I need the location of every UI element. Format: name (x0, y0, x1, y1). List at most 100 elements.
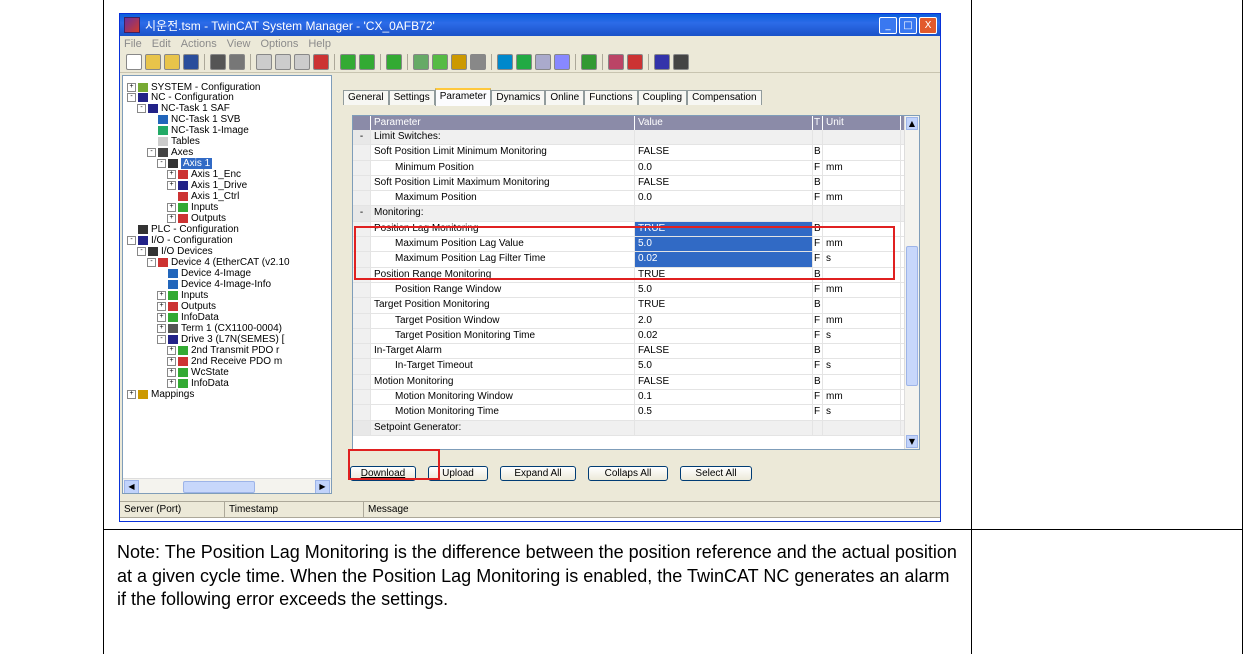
cut-icon[interactable] (256, 54, 272, 70)
grid-row[interactable]: Target Position Monitoring TRUE B (353, 298, 919, 314)
row-expander[interactable] (353, 420, 371, 435)
parameter-value[interactable]: FALSE (635, 374, 813, 390)
tree-node[interactable]: - Device 4 (EtherCAT (v2.10 (147, 257, 290, 268)
expand-icon[interactable]: + (157, 302, 166, 311)
scroll-up-icon[interactable]: ▲ (906, 117, 918, 130)
open-folder-icon[interactable] (145, 54, 161, 70)
menu-item-view[interactable]: View (227, 38, 251, 50)
tree-node[interactable]: + Mappings (127, 389, 194, 400)
tree-node[interactable]: - Drive 3 (L7N(SEMES) [ (157, 334, 284, 345)
grid-row[interactable]: Motion Monitoring FALSE B (353, 374, 919, 391)
scroll-right-icon[interactable]: ▶ (315, 480, 330, 493)
show-subitems-icon[interactable] (581, 54, 597, 70)
collapse-icon[interactable]: - (137, 104, 146, 113)
scroll-left-icon[interactable]: ◀ (124, 480, 139, 493)
grid-row[interactable]: Minimum Position 0.0 Fmm (353, 160, 919, 176)
row-expander[interactable]: - (353, 130, 371, 145)
activate-configuration-icon[interactable] (451, 54, 467, 70)
grid-row[interactable]: Target Position Window 2.0 Fmm (353, 313, 919, 329)
generate-mappings-icon[interactable] (413, 54, 429, 70)
row-expander[interactable] (353, 374, 371, 390)
grid-row[interactable]: In-Target Alarm FALSE B (353, 344, 919, 360)
restart-twincat-icon[interactable] (470, 54, 486, 70)
expand-icon[interactable]: + (167, 181, 176, 190)
parameter-value[interactable]: FALSE (635, 145, 813, 160)
grid-row[interactable]: Position Range Window 5.0 Fmm (353, 282, 919, 299)
tab-online[interactable]: Online (545, 90, 585, 105)
tab-general[interactable]: General (343, 90, 389, 105)
tree-node[interactable]: - NC - Configuration (127, 92, 234, 103)
row-expander[interactable] (353, 160, 371, 175)
maximize-button[interactable]: □ (899, 17, 917, 34)
tree-node[interactable]: +2nd Receive PDO m (167, 356, 282, 367)
parameter-value[interactable]: 5.0 (635, 359, 813, 374)
expand-icon[interactable]: + (157, 324, 166, 333)
expand-icon[interactable]: + (167, 368, 176, 377)
collapse-icon[interactable]: - (157, 335, 166, 344)
paste-link-icon[interactable] (313, 54, 329, 70)
save-icon[interactable] (183, 54, 199, 70)
select-all-button[interactable]: Select All (680, 466, 752, 481)
parameter-value[interactable]: 0.0 (635, 160, 813, 175)
grid-vertical-scrollbar[interactable]: ▲ ▼ (904, 116, 919, 449)
grid-header-value[interactable]: Value (635, 116, 813, 130)
server-port-column[interactable]: Server (Port) (120, 502, 225, 517)
parameter-grid[interactable]: Parameter Value T Unit - Limit Switches: S… (352, 115, 920, 450)
print-icon[interactable] (210, 54, 226, 70)
collapse-icon[interactable]: - (147, 258, 156, 267)
expand-icon[interactable]: + (157, 291, 166, 300)
paste-icon[interactable] (294, 54, 310, 70)
toggle-free-run-icon[interactable] (535, 54, 551, 70)
tree-node[interactable]: + Term 1 (CX1100-0004) (157, 323, 282, 334)
tree-node[interactable]: + WcState (167, 367, 229, 378)
mapping-info-icon[interactable] (608, 54, 624, 70)
title-bar[interactable]: 시운전.tsm - TwinCAT System Manager - 'CX_0… (120, 14, 940, 36)
minimize-button[interactable]: _ (879, 17, 897, 34)
tree-node[interactable]: Axis 1_Ctrl (167, 191, 239, 202)
grid-row[interactable]: Maximum Position 0.0 Fmm (353, 191, 919, 207)
tree-node[interactable]: + Axis 1_Enc (167, 169, 241, 180)
expand-icon[interactable]: + (127, 390, 136, 399)
open-target-icon[interactable] (164, 54, 180, 70)
menu-item-actions[interactable]: Actions (181, 38, 217, 50)
grid-header-type[interactable]: T (813, 116, 823, 130)
scroll-thumb[interactable] (906, 246, 918, 386)
print-preview-icon[interactable] (229, 54, 245, 70)
tab-dynamics[interactable]: Dynamics (491, 90, 546, 105)
collapse-icon[interactable]: - (157, 159, 166, 168)
tree-view[interactable]: + Mappings + InfoData + WcState +2nd Receive P… (122, 75, 332, 494)
row-expander[interactable] (353, 175, 371, 191)
reload-devices-icon[interactable] (497, 54, 513, 70)
row-expander[interactable] (353, 328, 371, 344)
tree-node[interactable]: - Axes (147, 147, 193, 158)
tree-node[interactable]: NC-Task 1-Image (147, 125, 249, 136)
help-icon[interactable] (654, 54, 670, 70)
expand-icon[interactable]: + (167, 346, 176, 355)
expand-all-button[interactable]: Expand All (500, 466, 576, 481)
menu-item-edit[interactable]: Edit (152, 38, 171, 50)
about-icon[interactable] (673, 54, 689, 70)
row-expander[interactable] (353, 145, 371, 160)
parameter-value[interactable]: TRUE (635, 298, 813, 313)
tree-node[interactable]: + Inputs (167, 202, 218, 213)
row-expander[interactable] (353, 282, 371, 298)
tree-node[interactable]: - I/O - Configuration (127, 235, 233, 246)
grid-group-row[interactable]: - Monitoring: (353, 206, 919, 222)
show-online-icon[interactable] (554, 54, 570, 70)
expand-icon[interactable]: + (167, 379, 176, 388)
tree-node[interactable]: Device 4-Image (157, 268, 251, 279)
scan-devices-icon[interactable] (516, 54, 532, 70)
grid-group-row[interactable]: Setpoint Generator: (353, 420, 919, 436)
parameter-value[interactable]: 0.5 (635, 405, 813, 420)
row-expander[interactable]: - (353, 206, 371, 221)
expand-icon[interactable]: + (127, 83, 136, 92)
expand-icon[interactable]: + (167, 170, 176, 179)
row-expander[interactable] (353, 298, 371, 313)
tree-node[interactable]: + Outputs (157, 301, 216, 312)
row-expander[interactable] (353, 359, 371, 374)
tree-node[interactable]: Tables (147, 136, 200, 147)
parameter-value[interactable]: 0.0 (635, 191, 813, 206)
find-next-icon[interactable] (359, 54, 375, 70)
collapse-icon[interactable]: - (127, 93, 136, 102)
expand-icon[interactable]: + (157, 313, 166, 322)
